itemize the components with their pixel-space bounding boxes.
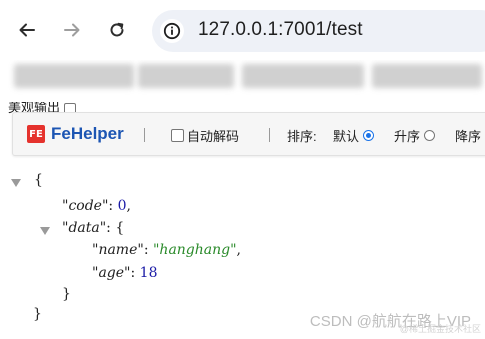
sort-desc-label: 降序 xyxy=(455,129,482,144)
divider xyxy=(144,128,145,142)
fehelper-title[interactable]: FeHelper xyxy=(51,124,124,144)
blurred-bookmark xyxy=(372,64,482,88)
sort-label: 排序: xyxy=(287,129,317,144)
forward-button[interactable] xyxy=(58,16,86,44)
blurred-bookmark xyxy=(242,64,364,88)
json-line: } xyxy=(33,306,42,322)
json-brace: { xyxy=(34,172,43,188)
auto-decode-label: 自动解码 xyxy=(187,129,240,144)
auto-decode-option[interactable]: 自动解码 xyxy=(171,126,239,145)
reload-icon xyxy=(110,22,124,37)
sort-asc-label: 升序 xyxy=(394,129,421,144)
browser-toolbar: 127.0.0.1:7001/test xyxy=(0,0,485,62)
json-string: "hanghang" xyxy=(152,242,237,258)
json-key: "name" xyxy=(92,242,144,258)
fehelper-toolbar: FE FeHelper 自动解码 排序: 默认 升序 降序 xyxy=(12,112,485,156)
fehelper-logo-icon: FE xyxy=(27,125,45,143)
sort-asc-option[interactable]: 升序 xyxy=(394,126,436,145)
divider xyxy=(269,128,270,142)
json-line: "name": "hanghang", xyxy=(92,242,241,258)
json-key: "age" xyxy=(92,265,131,281)
reload-button[interactable] xyxy=(103,16,131,44)
json-number: 0 xyxy=(117,198,127,214)
arrow-right-icon xyxy=(64,23,80,37)
arrow-left-icon xyxy=(19,23,35,37)
json-brace: } xyxy=(33,306,42,322)
sort-default-label: 默认 xyxy=(333,129,360,144)
blurred-bookmark xyxy=(14,64,134,88)
json-line: "age": 18 xyxy=(92,265,158,281)
site-info-button[interactable] xyxy=(160,19,184,43)
collapse-toggle-icon[interactable] xyxy=(40,227,50,235)
json-key: "code" xyxy=(62,198,109,214)
json-line: } xyxy=(62,286,71,302)
sort-asc-radio[interactable] xyxy=(424,130,436,141)
bookmarks-bar-blurred xyxy=(0,60,485,96)
json-number: 18 xyxy=(139,265,158,281)
url-text: 127.0.0.1:7001/test xyxy=(198,19,363,40)
blurred-bookmark xyxy=(138,64,234,88)
sort-desc-option[interactable]: 降序 xyxy=(455,126,481,145)
json-line: { xyxy=(34,172,43,188)
back-button[interactable] xyxy=(13,16,41,44)
sort-default-option[interactable]: 默认 xyxy=(333,126,375,145)
info-icon xyxy=(163,22,181,40)
collapse-toggle-icon[interactable] xyxy=(11,179,21,187)
json-key: "data" xyxy=(62,220,107,236)
address-bar[interactable]: 127.0.0.1:7001/test xyxy=(152,10,485,52)
json-line: "data": { xyxy=(62,220,125,236)
sort-default-radio[interactable] xyxy=(363,130,375,141)
json-brace: { xyxy=(115,220,125,236)
watermark-sub: @稀土掘金技术社区 xyxy=(399,324,481,334)
json-brace: } xyxy=(62,286,71,302)
json-line: "code": 0, xyxy=(62,198,131,214)
auto-decode-checkbox[interactable] xyxy=(171,129,184,142)
